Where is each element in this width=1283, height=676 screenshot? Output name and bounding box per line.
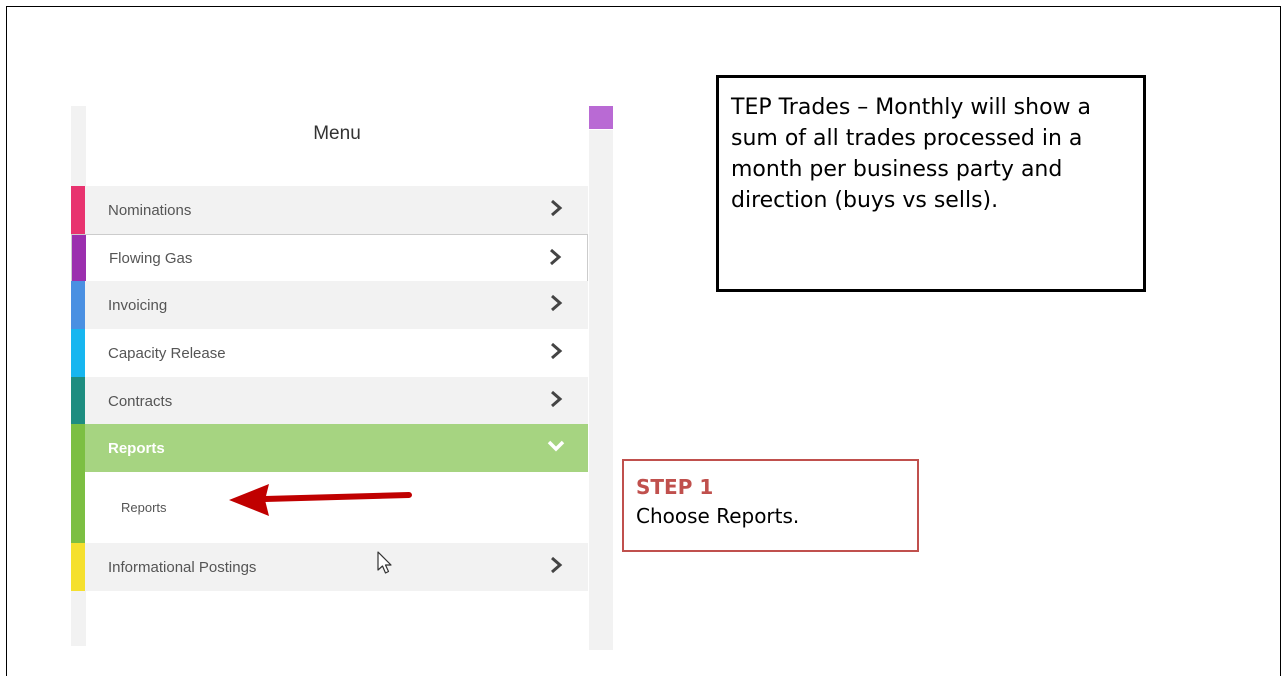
info-callout: TEP Trades – Monthly will show a sum of … [716,75,1146,292]
color-bar [71,543,85,591]
submenu-item-reports[interactable]: Reports [121,500,167,515]
chevron-right-icon [551,294,563,312]
menu-right-strip [589,130,613,650]
menu-item-label: Contracts [108,392,173,410]
color-bar [71,329,85,377]
chevron-right-icon [551,199,563,217]
step-body: Choose Reports. [636,504,800,528]
menu-item-informational-postings[interactable]: Informational Postings [71,543,588,591]
menu-item-label: Nominations [108,201,192,219]
menu-item-label: Reports [108,439,165,457]
step-callout: STEP 1 Choose Reports. [622,459,919,552]
color-bar [71,424,85,472]
menu-item-reports[interactable]: Reports [71,424,588,472]
mouse-pointer-icon [377,551,392,574]
red-arrow [229,484,412,516]
chevron-right-icon [551,556,563,574]
menu-item-label: Invoicing [108,296,168,314]
menu-item-label: Capacity Release [108,344,226,362]
menu-item-capacity-release[interactable]: Capacity Release [71,329,588,377]
color-bar [71,186,85,234]
menu-title: Menu [313,123,361,144]
menu-item-nominations[interactable]: Nominations [71,186,588,234]
menu-item-contracts[interactable]: Contracts [71,377,588,425]
color-bar [71,377,85,425]
chevron-right-icon [551,390,563,408]
purple-accent-square [589,106,613,129]
chevron-right-icon [551,342,563,360]
menu-item-label: Informational Postings [108,558,257,576]
chevron-down-icon [547,440,565,452]
color-bar [72,235,86,281]
color-bar [71,281,85,329]
color-bar [71,472,85,543]
menu-item-label: Flowing Gas [109,249,193,267]
step-title: STEP 1 [636,475,714,499]
menu-item-invoicing[interactable]: Invoicing [71,281,588,329]
chevron-right-icon [550,248,562,266]
menu-item-flowing-gas[interactable]: Flowing Gas [71,234,588,282]
